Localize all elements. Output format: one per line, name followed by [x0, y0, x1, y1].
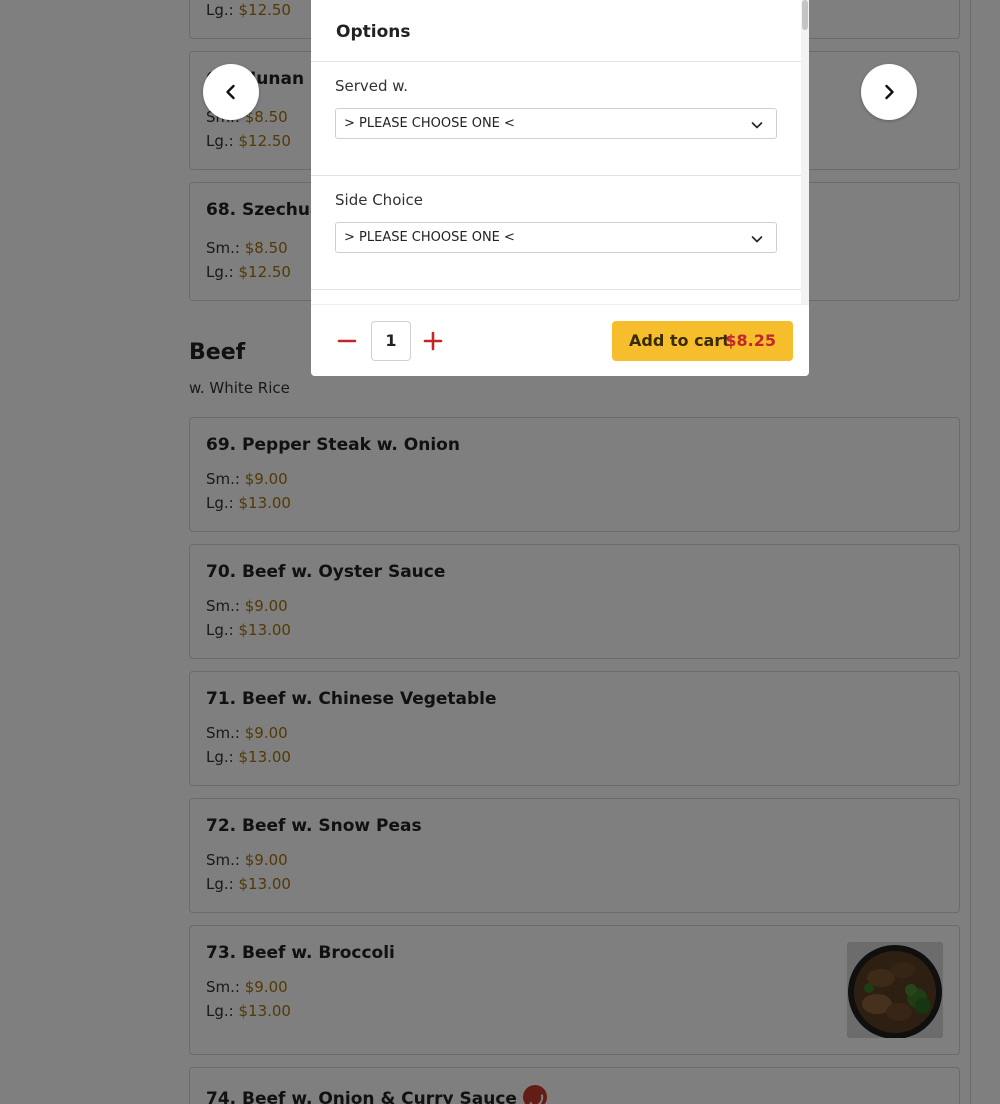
scrollbar-thumb[interactable]: [802, 0, 808, 30]
item-options-modal: Options Served w. > PLEASE CHOOSE ONE < …: [311, 0, 809, 376]
previous-button[interactable]: [203, 64, 259, 120]
decrease-quantity-button[interactable]: [331, 325, 363, 357]
quantity-input[interactable]: 1: [371, 321, 411, 361]
side-choice-select[interactable]: > PLEASE CHOOSE ONE <: [335, 222, 777, 253]
next-button[interactable]: [861, 64, 917, 120]
chevron-down-icon: [751, 236, 763, 243]
chevron-left-icon: [226, 84, 235, 100]
plus-icon: [423, 331, 443, 351]
add-to-cart-label: Add to cart: [629, 331, 730, 350]
option-group-served-with: Served w. > PLEASE CHOOSE ONE <: [311, 62, 801, 176]
minus-icon: [337, 339, 357, 343]
modal-scrollbar[interactable]: [801, 0, 809, 304]
increase-quantity-button[interactable]: [417, 325, 449, 357]
served-with-select[interactable]: > PLEASE CHOOSE ONE <: [335, 108, 777, 139]
option-label: Served w.: [335, 77, 408, 95]
select-value: > PLEASE CHOOSE ONE <: [344, 230, 515, 245]
option-label: Side Choice: [335, 191, 424, 209]
select-value: > PLEASE CHOOSE ONE <: [344, 116, 515, 131]
option-group-side-choice: Side Choice > PLEASE CHOOSE ONE <: [311, 176, 801, 290]
chevron-right-icon: [885, 84, 894, 100]
add-to-cart-price: $8.25: [725, 331, 776, 350]
chevron-down-icon: [751, 122, 763, 129]
modal-footer: 1 Add to cart $8.25: [311, 304, 809, 376]
add-to-cart-button[interactable]: Add to cart $8.25: [612, 321, 793, 361]
options-header: Options: [311, 0, 801, 62]
options-title: Options: [336, 22, 411, 42]
